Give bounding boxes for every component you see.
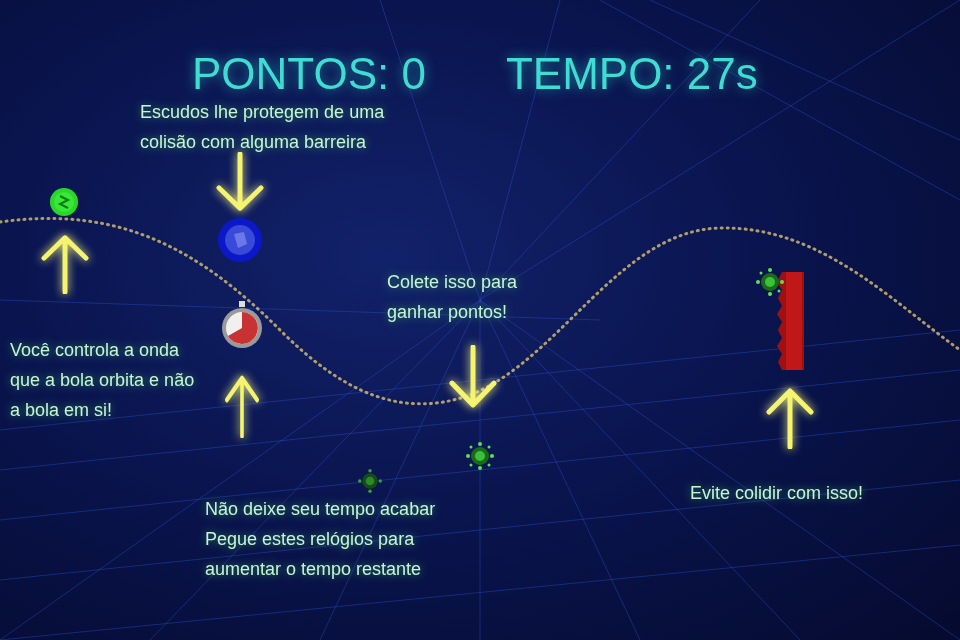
- ball-icon: [48, 186, 80, 218]
- hint-line: Não deixe seu tempo acabar: [205, 494, 435, 524]
- arrow-up-icon: [765, 385, 815, 449]
- hint-line: colisão com alguma barreira: [140, 127, 384, 157]
- coin-icon: [756, 268, 784, 296]
- hint-line: Você controla a onda: [10, 335, 194, 365]
- hud: PONTOS: 0 TEMPO: 27s: [192, 52, 758, 96]
- arrow-up-icon: [224, 372, 260, 438]
- coin-icon: [358, 469, 382, 493]
- hint-line: ganhar pontos!: [387, 297, 517, 327]
- hint-text: Evite colidir com isso!: [690, 478, 863, 508]
- game-stage[interactable]: PONTOS: 0 TEMPO: 27s Escudos lhe protege…: [0, 0, 960, 640]
- hint-text: Você controla a ondaque a bola orbita e …: [10, 335, 194, 425]
- hint-text: Não deixe seu tempo acabarPegue estes re…: [205, 494, 435, 584]
- clock-icon: [220, 300, 264, 350]
- time-label: TEMPO: 27s: [506, 52, 758, 96]
- hint-line: a bola em si!: [10, 395, 194, 425]
- coin-icon: [466, 442, 494, 470]
- hint-line: aumentar o tempo restante: [205, 554, 435, 584]
- hint-line: Pegue estes relógios para: [205, 524, 435, 554]
- score-label: PONTOS: 0: [192, 52, 426, 96]
- arrow-up-icon: [40, 232, 90, 294]
- arrow-down-icon: [215, 152, 265, 214]
- hint-text: Colete isso paraganhar pontos!: [387, 267, 517, 327]
- hint-line: Evite colidir com isso!: [690, 478, 863, 508]
- arrow-down-icon: [448, 345, 498, 411]
- barrier-icon: [774, 272, 804, 370]
- shield-icon: [216, 216, 264, 264]
- hint-line: que a bola orbita e não: [10, 365, 194, 395]
- hint-line: Escudos lhe protegem de uma: [140, 97, 384, 127]
- hint-text: Escudos lhe protegem de umacolisão com a…: [140, 97, 384, 157]
- hint-line: Colete isso para: [387, 267, 517, 297]
